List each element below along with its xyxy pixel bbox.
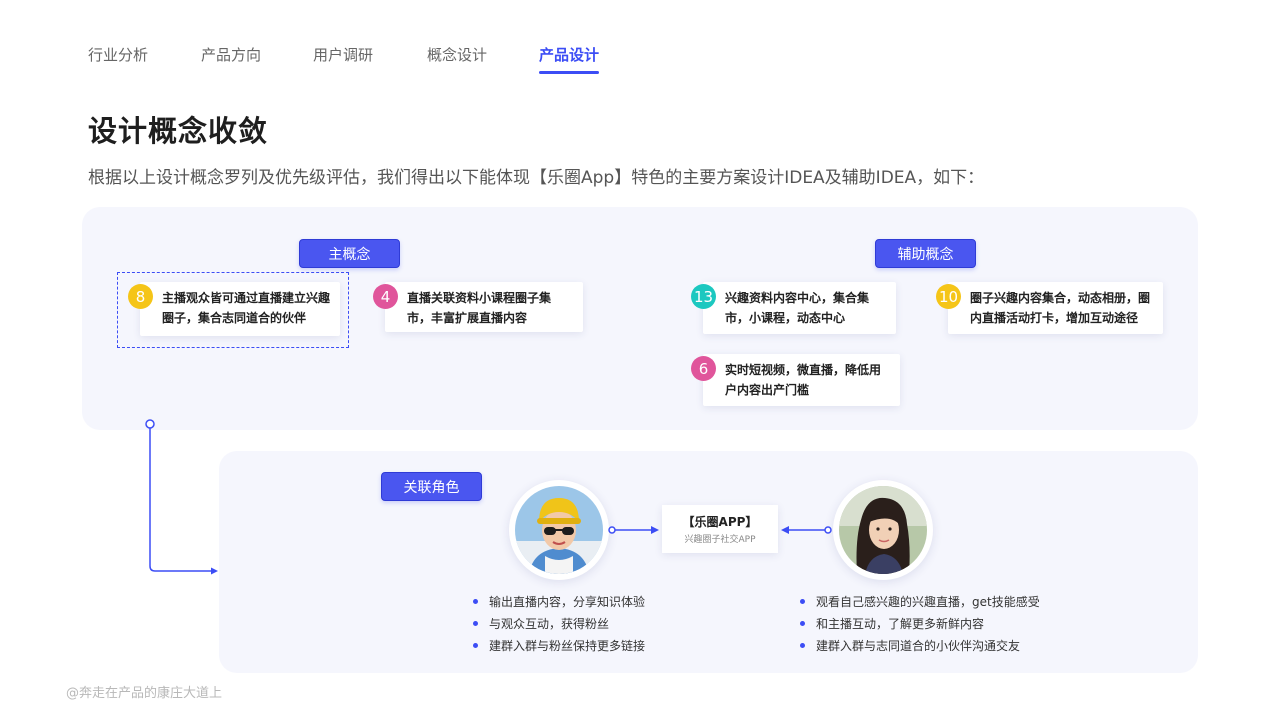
streamer-avatar bbox=[509, 480, 609, 580]
app-box: 【乐圈APP】 兴趣圈子社交APP bbox=[662, 505, 778, 553]
viewer-avatar bbox=[833, 480, 933, 580]
connector-start-dot bbox=[145, 419, 155, 429]
roles-panel bbox=[219, 451, 1198, 673]
list-item: 观看自己感兴趣的兴趣直播，get技能感受 bbox=[800, 591, 1040, 613]
app-subtitle: 兴趣圈子社交APP bbox=[684, 535, 756, 545]
list-item: 和主播互动，了解更多新鲜内容 bbox=[800, 613, 1040, 635]
streamer-photo bbox=[515, 486, 603, 574]
watermark: @奔走在产品的康庄大道上 bbox=[66, 686, 223, 701]
connector-line bbox=[149, 428, 212, 572]
list-item: 建群入群与志同道合的小伙伴沟通交友 bbox=[800, 635, 1040, 657]
viewer-bullets: 观看自己感兴趣的兴趣直播，get技能感受 和主播互动，了解更多新鲜内容 建群入群… bbox=[800, 591, 1040, 657]
list-item: 建群入群与粉丝保持更多链接 bbox=[473, 635, 645, 657]
list-item: 与观众互动，获得粉丝 bbox=[473, 613, 645, 635]
connector-arrowhead bbox=[211, 567, 218, 575]
list-item: 输出直播内容，分享知识体验 bbox=[473, 591, 645, 613]
streamer-bullets: 输出直播内容，分享知识体验 与观众互动，获得粉丝 建群入群与粉丝保持更多链接 bbox=[473, 591, 645, 657]
roles-tag: 关联角色 bbox=[381, 472, 482, 501]
viewer-photo bbox=[839, 486, 927, 574]
app-name: 【乐圈APP】 bbox=[682, 515, 758, 529]
